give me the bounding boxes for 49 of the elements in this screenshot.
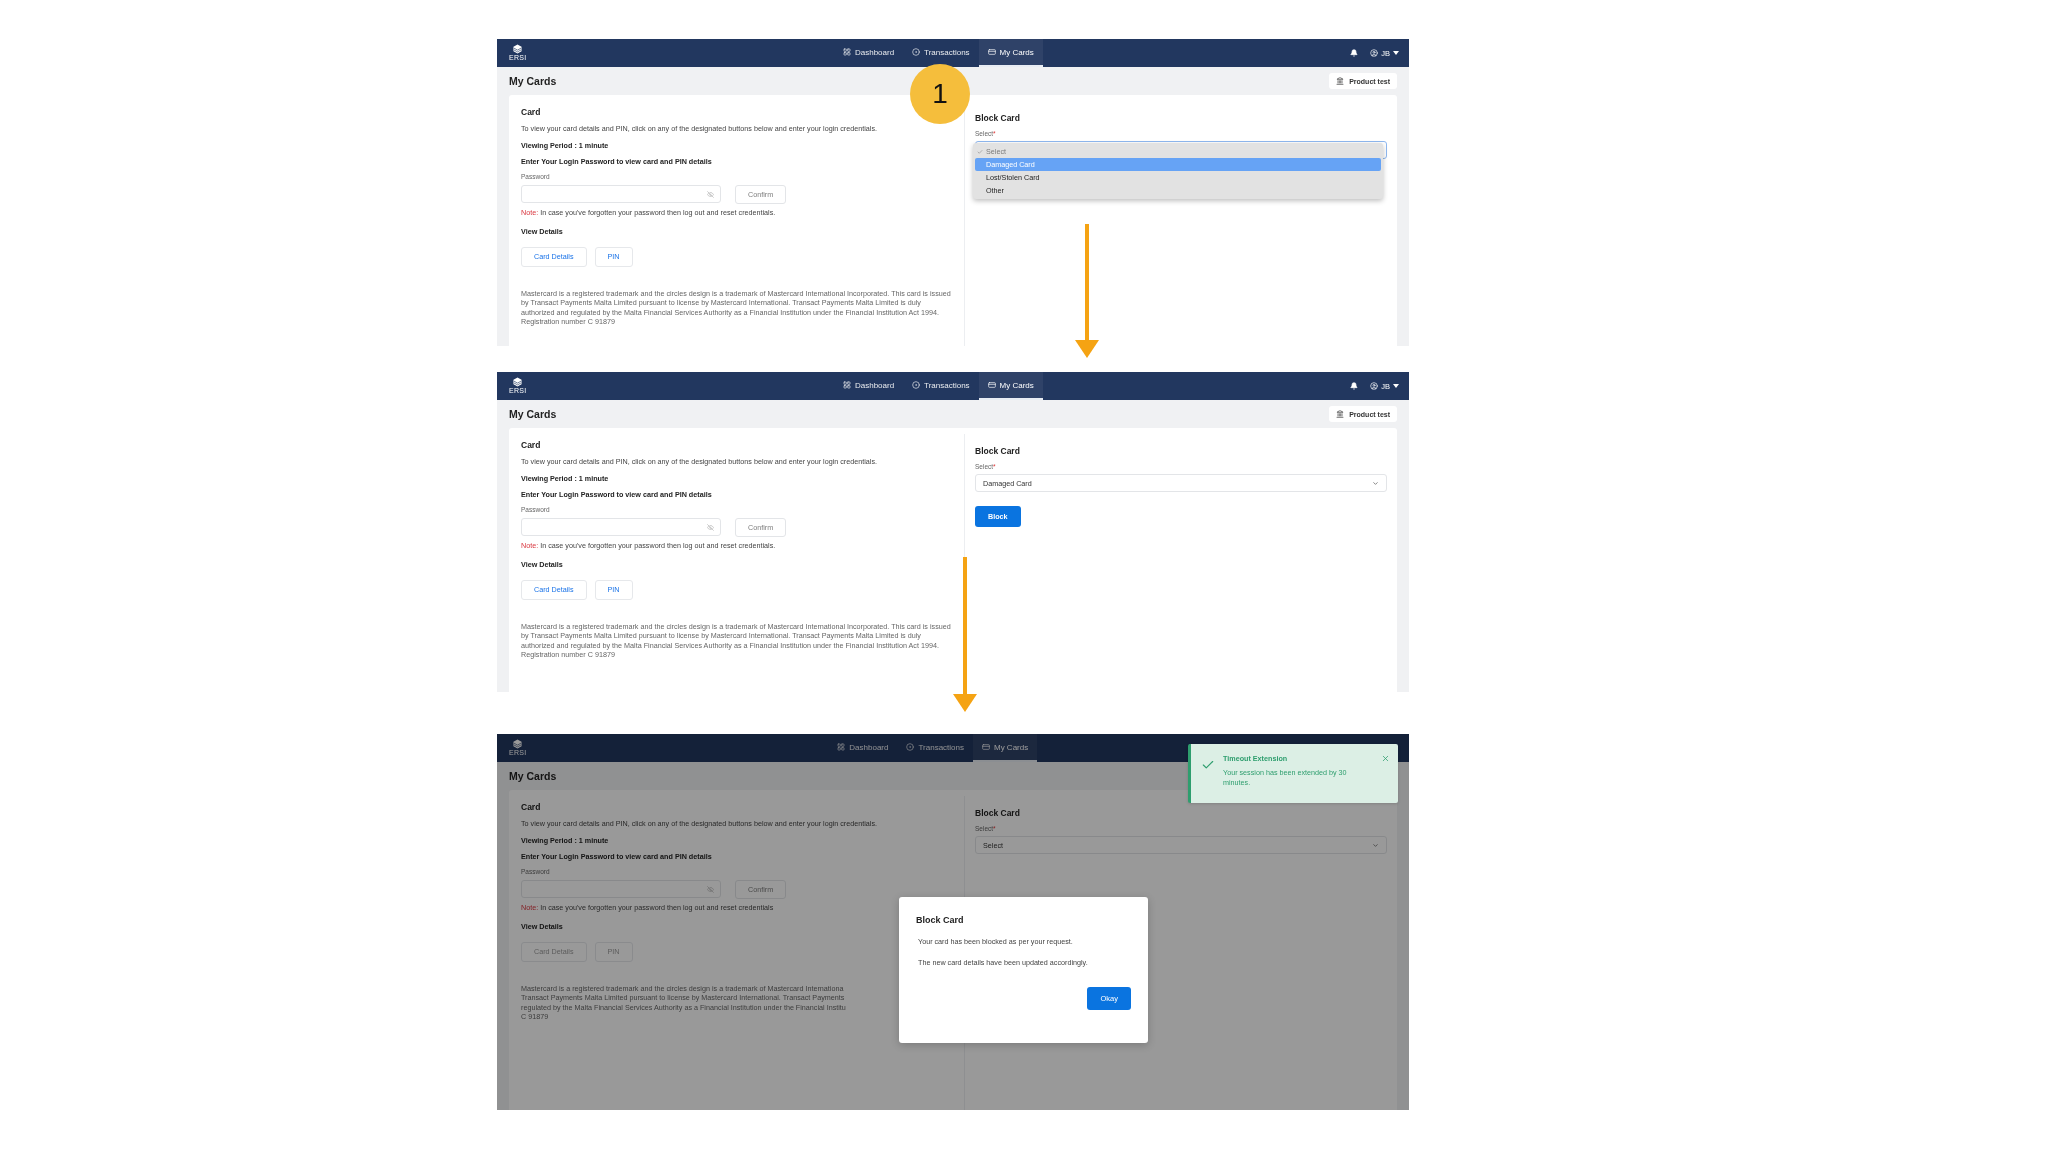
- circle-icon: [912, 381, 921, 389]
- page-title: My Cards: [509, 770, 557, 782]
- grid-icon: [842, 381, 851, 389]
- nav-tab[interactable]: Dashboard: [833, 39, 904, 67]
- password-field[interactable]: [521, 518, 721, 537]
- section-title: Block Card: [975, 808, 1021, 818]
- dialog-title: Block Card: [916, 915, 965, 925]
- user-icon: [1370, 382, 1379, 390]
- section-title: Card: [521, 802, 541, 812]
- nav-tab[interactable]: Dashboard: [833, 372, 904, 400]
- check-icon: [1201, 758, 1215, 772]
- eye-icon[interactable]: [707, 190, 714, 198]
- bank-icon: [1336, 410, 1345, 418]
- nav-tab[interactable]: Dashboard: [828, 734, 898, 762]
- password-field[interactable]: [521, 185, 721, 204]
- circle-icon: [912, 48, 921, 56]
- caret-icon: [1393, 51, 1399, 55]
- bell-icon[interactable]: [1350, 49, 1359, 57]
- logo-icon: [513, 739, 523, 749]
- card-icon: [982, 743, 990, 751]
- section-title: Block Card: [975, 113, 1021, 123]
- card-icon: [987, 381, 996, 389]
- nav-tab[interactable]: My Cards: [978, 39, 1043, 67]
- card-icon: [987, 48, 996, 56]
- circle-icon: [906, 743, 915, 751]
- section-title: Block Card: [975, 446, 1021, 456]
- eye-icon[interactable]: [707, 885, 714, 893]
- nav-tab[interactable]: Transactions: [903, 39, 979, 67]
- chevron-icon: [1372, 841, 1379, 849]
- password-field[interactable]: [521, 880, 721, 899]
- logo-icon: [513, 377, 523, 387]
- chevron-icon: [1372, 479, 1379, 487]
- grid-icon: [842, 48, 851, 56]
- logo-icon: [513, 44, 523, 54]
- nav-tab[interactable]: My Cards: [973, 734, 1038, 762]
- page-title: My Cards: [509, 75, 557, 87]
- page-title: My Cards: [509, 408, 557, 420]
- bell-icon[interactable]: [1350, 382, 1359, 390]
- bank-icon: [1336, 77, 1345, 85]
- nav-tab[interactable]: My Cards: [978, 372, 1043, 400]
- user-icon: [1370, 49, 1379, 57]
- grid-icon: [837, 743, 846, 751]
- nav-tab[interactable]: Transactions: [897, 734, 973, 762]
- section-title: Card: [521, 440, 541, 450]
- section-title: Card: [521, 107, 541, 117]
- close-button[interactable]: [1381, 754, 1390, 764]
- nav-tab[interactable]: Transactions: [903, 372, 979, 400]
- caret-icon: [1393, 384, 1399, 388]
- eye-icon[interactable]: [707, 523, 714, 531]
